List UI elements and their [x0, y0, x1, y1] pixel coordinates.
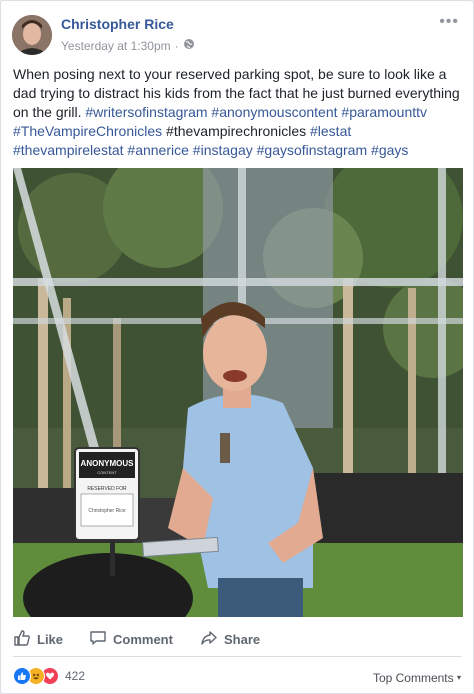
hashtag[interactable]: #gaysofinstagram — [257, 142, 368, 158]
reaction-count: 422 — [65, 669, 86, 683]
like-label: Like — [37, 632, 64, 647]
comment-button[interactable]: Comment — [89, 629, 173, 650]
reaction-summary[interactable]: 422 — [13, 667, 85, 685]
hashtag[interactable]: #instagay — [193, 142, 253, 158]
share-label: Share — [224, 632, 261, 647]
hashtag[interactable]: #gays — [371, 142, 408, 158]
more-options-icon[interactable]: ••• — [439, 13, 459, 31]
share-button[interactable]: Share — [200, 629, 260, 650]
sign-brand-sub: CONTENT — [97, 470, 117, 475]
plain-hashtag: #thevampirechronicles — [166, 123, 307, 139]
timestamp[interactable]: Yesterday at 1:30pm — [61, 39, 171, 53]
share-icon — [200, 629, 218, 650]
hashtag[interactable]: #annerice — [127, 142, 189, 158]
hashtag[interactable]: #thevampirelestat — [13, 142, 124, 158]
thumbs-up-icon — [13, 629, 31, 650]
meta-separator: · — [174, 38, 179, 53]
comment-label: Comment — [113, 632, 173, 647]
post-text: When posing next to your reserved parkin… — [13, 65, 465, 160]
hashtag[interactable]: #anonymouscontent — [211, 104, 337, 120]
comment-icon — [89, 629, 107, 650]
globe-icon — [183, 38, 195, 53]
author-name[interactable]: Christopher Rice — [61, 16, 174, 32]
post-photo[interactable]: ANONYMOUS CONTENT RESERVED FOR Christoph… — [13, 168, 463, 617]
top-comments-dropdown[interactable]: Top Comments ▾ — [373, 671, 461, 685]
author-avatar[interactable] — [12, 15, 52, 55]
top-comments-label: Top Comments — [372, 671, 454, 685]
hashtag[interactable]: #TheVampireChronicles — [13, 123, 162, 139]
sign-name: Christopher Rice — [88, 508, 125, 514]
caret-down-icon: ▾ — [456, 673, 461, 682]
hashtag[interactable]: #lestat — [310, 123, 351, 139]
sign-reserved: RESERVED FOR — [87, 486, 127, 492]
like-button[interactable]: Like — [13, 629, 63, 650]
post-meta: Yesterday at 1:30pm · — [61, 38, 195, 53]
sign-brand: ANONYMOUS — [81, 459, 135, 468]
divider — [13, 656, 461, 657]
hashtag[interactable]: #writersofinstagram — [85, 104, 207, 120]
like-icon — [13, 667, 31, 685]
post-card: Christopher Rice Yesterday at 1:30pm · •… — [0, 0, 474, 694]
hashtag[interactable]: #paramounttv — [341, 104, 427, 120]
post-actions: Like Comment Share — [1, 621, 473, 655]
